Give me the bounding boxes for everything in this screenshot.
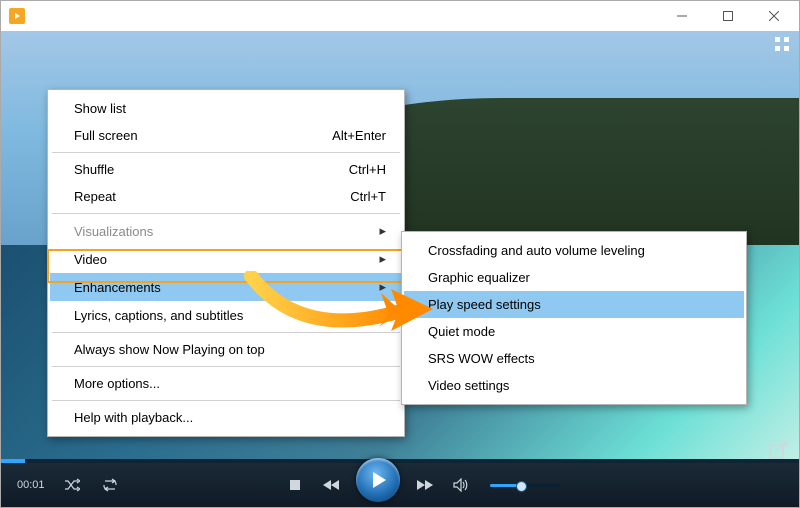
volume-fill xyxy=(490,484,518,487)
submenu-play-speed-settings[interactable]: Play speed settings xyxy=(404,291,744,318)
menu-help-with-playback[interactable]: Help with playback... xyxy=(50,404,402,431)
elapsed-time-label: 00:01 xyxy=(17,479,45,491)
menu-shuffle[interactable]: ShuffleCtrl+H xyxy=(50,156,402,183)
context-menu: Show list Full screenAlt+Enter ShuffleCt… xyxy=(47,89,405,437)
shortcut-label: Alt+Enter xyxy=(332,128,386,143)
close-icon xyxy=(769,11,779,21)
submenu-srs-wow-effects[interactable]: SRS WOW effects xyxy=(404,345,744,372)
stop-button[interactable] xyxy=(284,474,306,496)
menu-full-screen[interactable]: Full screenAlt+Enter xyxy=(50,122,402,149)
menu-separator xyxy=(52,366,400,367)
menu-repeat[interactable]: RepeatCtrl+T xyxy=(50,183,402,210)
menu-separator xyxy=(52,400,400,401)
rewind-icon xyxy=(322,479,340,491)
menu-show-list[interactable]: Show list xyxy=(50,95,402,122)
now-playing-area[interactable]: Show list Full screenAlt+Enter ShuffleCt… xyxy=(1,31,799,507)
volume-slider[interactable] xyxy=(490,484,560,487)
menu-separator xyxy=(52,332,400,333)
play-pause-button[interactable] xyxy=(356,458,400,502)
menu-more-options[interactable]: More options... xyxy=(50,370,402,397)
chevron-right-icon: ▸ xyxy=(379,251,386,267)
switch-to-library-button[interactable] xyxy=(769,441,787,459)
view-fullscreen-button[interactable] xyxy=(775,37,789,51)
fast-forward-icon xyxy=(416,479,434,491)
minimize-button[interactable] xyxy=(659,1,705,31)
submenu-quiet-mode[interactable]: Quiet mode xyxy=(404,318,744,345)
previous-button[interactable] xyxy=(320,474,342,496)
chevron-right-icon: ▸ xyxy=(379,223,386,239)
maximize-icon xyxy=(723,11,733,21)
menu-video[interactable]: Video▸ xyxy=(50,245,402,273)
transport-controls xyxy=(284,468,560,502)
volume-icon xyxy=(453,478,469,492)
shuffle-button[interactable] xyxy=(61,474,83,496)
chevron-right-icon: ▸ xyxy=(379,279,386,295)
submenu-graphic-equalizer[interactable]: Graphic equalizer xyxy=(404,264,744,291)
shuffle-icon xyxy=(64,478,80,492)
app-window: Show list Full screenAlt+Enter ShuffleCt… xyxy=(0,0,800,508)
playback-bar: 00:01 xyxy=(1,463,799,507)
titlebar-left xyxy=(9,8,31,24)
volume-thumb[interactable] xyxy=(516,481,527,492)
menu-enhancements[interactable]: Enhancements▸ xyxy=(50,273,402,301)
wmp-app-icon xyxy=(9,8,25,24)
play-icon xyxy=(373,472,386,488)
repeat-icon xyxy=(102,478,118,492)
menu-separator xyxy=(52,213,400,214)
close-button[interactable] xyxy=(751,1,797,31)
enhancements-submenu: Crossfading and auto volume leveling Gra… xyxy=(401,231,747,405)
titlebar xyxy=(1,1,799,32)
menu-visualizations: Visualizations▸ xyxy=(50,217,402,245)
shortcut-label: Ctrl+T xyxy=(350,189,386,204)
menu-always-on-top[interactable]: Always show Now Playing on top xyxy=(50,336,402,363)
stop-icon xyxy=(289,479,301,491)
next-button[interactable] xyxy=(414,474,436,496)
menu-lyrics-captions-subtitles[interactable]: Lyrics, captions, and subtitles▸ xyxy=(50,301,402,329)
shortcut-label: Ctrl+H xyxy=(349,162,386,177)
minimize-icon xyxy=(677,11,687,21)
menu-separator xyxy=(52,152,400,153)
window-controls xyxy=(659,1,797,31)
submenu-crossfading[interactable]: Crossfading and auto volume leveling xyxy=(404,237,744,264)
submenu-video-settings[interactable]: Video settings xyxy=(404,372,744,399)
popout-icon xyxy=(769,441,787,459)
repeat-button[interactable] xyxy=(99,474,121,496)
chevron-right-icon: ▸ xyxy=(379,307,386,323)
fullscreen-icon xyxy=(775,37,789,51)
maximize-button[interactable] xyxy=(705,1,751,31)
mute-button[interactable] xyxy=(450,474,472,496)
